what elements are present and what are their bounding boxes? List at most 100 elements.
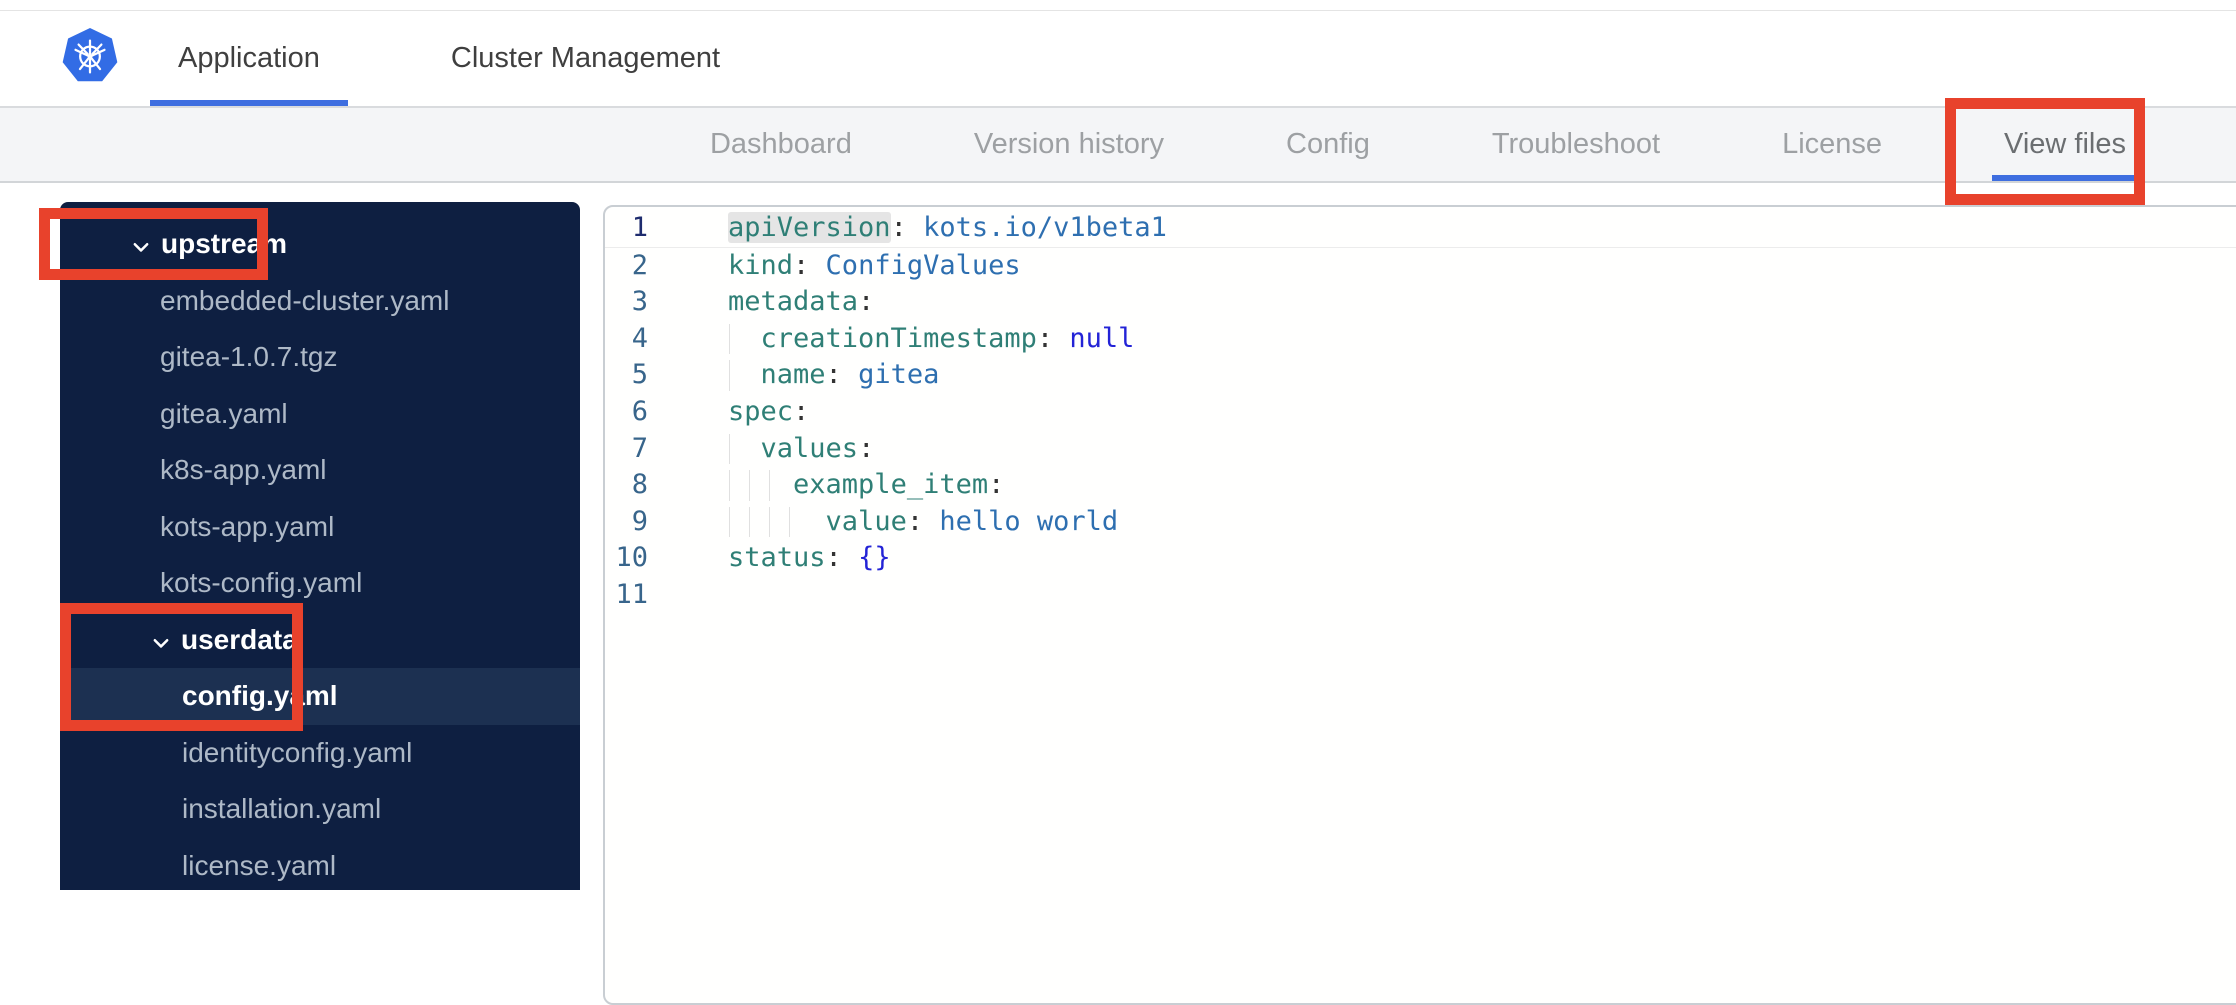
code-line-8: 8 example_item: [605, 467, 2236, 504]
nav-item-troubleshoot[interactable]: Troubleshoot [1492, 108, 1660, 181]
code-token: hello world [923, 505, 1119, 537]
header-tab-label: Application [178, 42, 320, 74]
code-token: null [1069, 322, 1135, 354]
tree-item-label: userdata [181, 623, 298, 655]
code-token: : [793, 249, 810, 281]
code-line-2: 2 kind: ConfigValues [605, 248, 2236, 285]
tree-file-kots-app.yaml[interactable]: kots-app.yaml [60, 499, 580, 556]
code-line-content: kind: ConfigValues [728, 248, 1021, 285]
code-token: kots.io/v1beta1 [906, 212, 1167, 243]
indent-guide [749, 506, 750, 538]
nav-item-label: View files [2004, 128, 2126, 160]
header-tabs: Application Cluster Management [150, 11, 748, 106]
code-token: kind [728, 249, 794, 281]
code-token: status [728, 542, 826, 574]
tree-file-identityconfig.yaml[interactable]: identityconfig.yaml [60, 725, 580, 782]
code-line-3: 3 metadata: [605, 284, 2236, 321]
indent-guide [729, 470, 730, 501]
code-line-5: 5 name: gitea [605, 357, 2236, 394]
kubernetes-logo[interactable] [62, 28, 118, 84]
nav-item-label: License [1782, 128, 1883, 160]
tree-item-label: identityconfig.yaml [182, 736, 413, 768]
line-number: 5 [631, 359, 648, 391]
nav-item-dashboard[interactable]: Dashboard [710, 108, 852, 181]
code-line-7: 7 values: [605, 431, 2236, 468]
indent-guide [729, 433, 730, 465]
code-token: : [793, 395, 810, 427]
code-token: spec [728, 395, 794, 427]
tree-file-kots-config.yaml[interactable]: kots-config.yaml [60, 555, 580, 612]
line-number: 6 [631, 395, 648, 427]
indent-guide [789, 506, 790, 538]
code-token: : [858, 432, 875, 464]
code-line-4: 4 creationTimestamp: null [605, 321, 2236, 358]
tree-file-k8s-app.yaml[interactable]: k8s-app.yaml [60, 442, 580, 499]
tree-file-gitea-1.0.7.tgz[interactable]: gitea-1.0.7.tgz [60, 329, 580, 386]
code-line-6: 6 spec: [605, 394, 2236, 431]
tree-file-embedded-cluster.yaml[interactable]: embedded-cluster.yaml [60, 273, 580, 330]
line-number: 4 [631, 322, 648, 354]
nav-item-license[interactable]: License [1782, 108, 1882, 181]
code-token: gitea [841, 359, 940, 391]
tree-file-installation.yaml[interactable]: installation.yaml [60, 781, 580, 838]
code-token: : [890, 212, 907, 243]
line-number: 2 [631, 249, 648, 281]
tree-item-label: k8s-app.yaml [160, 454, 327, 486]
code-token: : [1036, 322, 1054, 354]
indent-guide [729, 506, 730, 538]
indent-guide [769, 506, 770, 538]
code-token: : [825, 542, 842, 574]
code-token: metadata [728, 286, 859, 318]
highlighted-token: apiVersion [728, 212, 891, 243]
code-token: : [988, 469, 1005, 501]
nav-item-label: Dashboard [709, 128, 852, 160]
code-line-content: creationTimestamp: null [728, 321, 1134, 358]
tree-item-label: gitea.yaml [160, 397, 288, 429]
header-tab-cluster-management[interactable]: Cluster Management [423, 11, 748, 106]
tree-folder-upstream[interactable]: upstream [60, 216, 580, 273]
nav-item-label: Version history [973, 128, 1165, 160]
code-line-content: spec: [728, 394, 809, 431]
code-token: name [760, 359, 826, 391]
tree-folder-userdata[interactable]: userdata [60, 612, 580, 669]
nav-item-label: Config [1286, 128, 1370, 160]
active-nav-underline [1992, 175, 2138, 181]
tree-item-label: gitea-1.0.7.tgz [160, 341, 338, 373]
tree-file-license.yaml[interactable]: license.yaml [60, 838, 580, 895]
tree-file-gitea.yaml[interactable]: gitea.yaml [60, 386, 580, 443]
header-tab-application[interactable]: Application [150, 11, 348, 106]
code-token: : [825, 359, 842, 391]
chevron-down-icon [130, 233, 152, 255]
code-token: : [858, 286, 875, 318]
code-line-11: 11 [605, 577, 2236, 614]
indent-guide [729, 323, 730, 355]
file-tree-sidebar: upstream embedded-cluster.yaml gitea-1.0.7… [60, 202, 580, 890]
code-token: : [906, 505, 924, 537]
tree-file-config.yaml[interactable]: config.yaml [60, 668, 580, 725]
code-token: example_item [793, 469, 989, 501]
nav-item-version-history[interactable]: Version history [974, 108, 1164, 181]
code-line-content: metadata: [728, 284, 874, 321]
app-nav: Dashboard Version history Config Troublesho… [0, 106, 2236, 183]
code-token: {} [858, 542, 891, 574]
code-line-9: 9 value: hello world [605, 504, 2236, 541]
app-header: Application Cluster Management [0, 11, 2236, 106]
nav-item-view-files[interactable]: View files [1992, 108, 2138, 181]
tree-item-label: embedded-cluster.yaml [160, 284, 450, 316]
indent-guide [769, 470, 770, 501]
indent-guide [749, 470, 750, 501]
line-number: 10 [615, 542, 648, 574]
line-number: 1 [631, 212, 648, 243]
nav-item-config[interactable]: Config [1286, 108, 1370, 181]
tree-item-label: config.yaml [182, 680, 338, 712]
yaml-editor[interactable]: 1 apiVersion: kots.io/v1beta1 2 kind: Confi… [603, 205, 2236, 1005]
code-token: ConfigValues [809, 249, 1021, 281]
line-number: 11 [615, 578, 648, 610]
code-line-content: value: hello world [728, 504, 1118, 541]
